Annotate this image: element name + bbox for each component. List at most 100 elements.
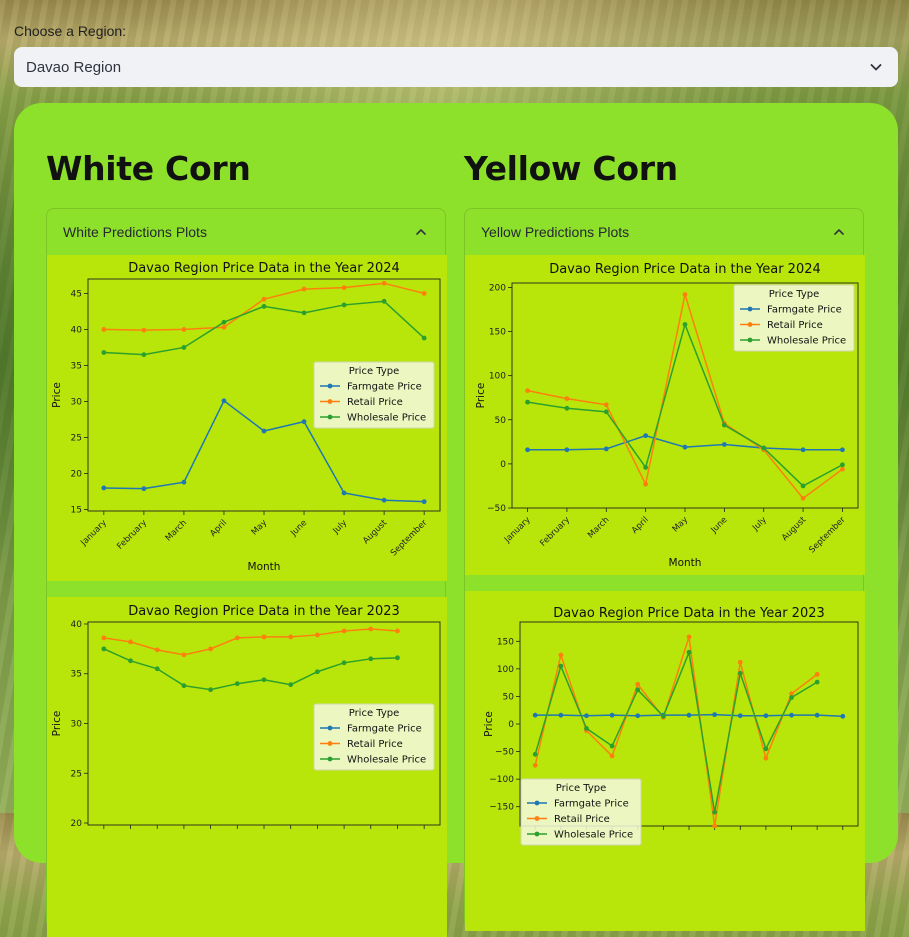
y-tick-label: −50 [495,748,514,758]
retail-price-point [532,762,538,768]
wholesale-price-point [288,682,294,688]
region-label: Choose a Region: [14,23,127,39]
wholesale-price-point [221,319,227,325]
retail-price-point [301,286,307,292]
white-2024-plot: Davao Region Price Data in the Year 2024… [47,255,447,581]
wholesale-price-point [395,655,400,661]
wholesale-price-point [584,726,589,731]
legend-marker [327,414,333,420]
farmgate-price-point [558,712,564,718]
chevron-up-icon [416,229,426,235]
wholesale-price-point [381,298,387,304]
farmgate-price-point [141,486,147,492]
retail-price-point [421,291,427,296]
x-axis-label: Month [669,557,702,569]
retail-price-point [558,652,564,658]
legend-marker [534,831,540,837]
yellow-2024-chart: Davao Region Price Data in the Year 2024… [465,255,865,575]
wholesale-price-point [181,683,187,689]
y-tick-label: 20 [71,819,83,829]
farmgate-price-point [564,447,570,453]
retail-price-point [181,652,187,658]
retail-price-point [763,755,769,761]
y-tick-label: 150 [497,637,514,647]
retail-price-point [368,626,374,632]
legend-entry: Farmgate Price [767,305,842,316]
legend-marker [747,306,753,312]
farmgate-price-point [643,433,649,439]
white-expander-header[interactable]: White Predictions Plots [47,209,445,255]
y-tick-label: 30 [71,397,83,407]
wholesale-price-point [261,677,267,683]
yellow-expander-title: Yellow Predictions Plots [481,224,630,240]
retail-price-point [208,646,214,652]
wholesale-price-point [101,350,107,355]
yellow-2023-chart: Davao Region Price Data in the Year 2023… [465,591,865,931]
legend-marker [747,337,753,343]
main-panel: White Corn White Predictions Plots Davao… [14,103,898,937]
y-axis-label: Price [483,711,495,737]
y-axis-label: Price [51,711,63,737]
legend-entry: Retail Price [767,320,823,331]
farmgate-price-point [789,712,794,718]
retail-price-point [128,639,133,645]
wholesale-price-point [603,409,609,415]
wholesale-price-point [721,422,727,428]
farmgate-price-point [301,419,307,425]
farmgate-price-point [181,479,187,485]
retail-price-point [635,681,641,687]
farmgate-price-point [712,712,718,718]
retail-price-point [525,388,530,394]
legend-marker [327,725,333,731]
legend-entry: Retail Price [347,739,403,750]
legend-marker [534,800,540,806]
y-tick-label: 40 [71,325,83,335]
legend-entry: Retail Price [347,397,403,408]
retail-price-point [141,327,147,333]
y-tick-label: 0 [500,460,506,470]
chart-title: Davao Region Price Data in the Year 2023 [128,604,400,619]
y-tick-label: −150 [489,803,514,813]
farmgate-price-point [261,428,267,434]
legend-title: Price Type [349,366,400,377]
farmgate-price-point [763,713,769,719]
legend-marker [534,816,540,821]
farmgate-price-point [800,447,806,453]
retail-price-point [609,753,615,759]
wholesale-price-point [789,695,794,700]
wholesale-price-point [558,663,564,669]
retail-price-point [288,634,294,640]
wholesale-price-point [532,751,538,757]
wholesale-price-point [128,658,133,664]
chart-title: Davao Region Price Data in the Year 2024 [549,262,821,277]
farmgate-price-point [686,712,692,718]
y-tick-label: 0 [508,720,514,730]
retail-price-point [564,396,570,401]
yellow-corn-heading: Yellow Corn [464,149,678,188]
wholesale-price-point [660,713,666,719]
wholesale-price-point [234,681,240,687]
farmgate-price-point [721,442,727,447]
chart-title: Davao Region Price Data in the Year 2024 [128,261,400,276]
y-tick-label: 150 [489,328,506,338]
retail-price-point [234,635,240,641]
legend-marker [327,756,333,762]
farmgate-price-point [381,497,387,503]
wholesale-price-point [341,660,347,666]
yellow-expander-header[interactable]: Yellow Predictions Plots [465,209,863,255]
wholesale-price-point [141,352,147,358]
region-select[interactable]: Davao Region [14,47,898,87]
white-2024-chart: Davao Region Price Data in the Year 2024… [47,255,447,581]
y-tick-label: 35 [71,361,82,371]
wholesale-price-point [101,646,107,652]
retail-price-point [395,628,400,634]
retail-price-point [261,296,267,302]
legend-marker [327,741,333,746]
legend-entry: Wholesale Price [554,830,633,841]
legend-marker [327,383,333,389]
y-tick-label: 30 [71,720,83,730]
legend-entry: Farmgate Price [554,799,629,810]
farmgate-price-point [682,444,688,450]
farmgate-price-point [101,485,107,491]
y-tick-label: 50 [503,692,515,702]
